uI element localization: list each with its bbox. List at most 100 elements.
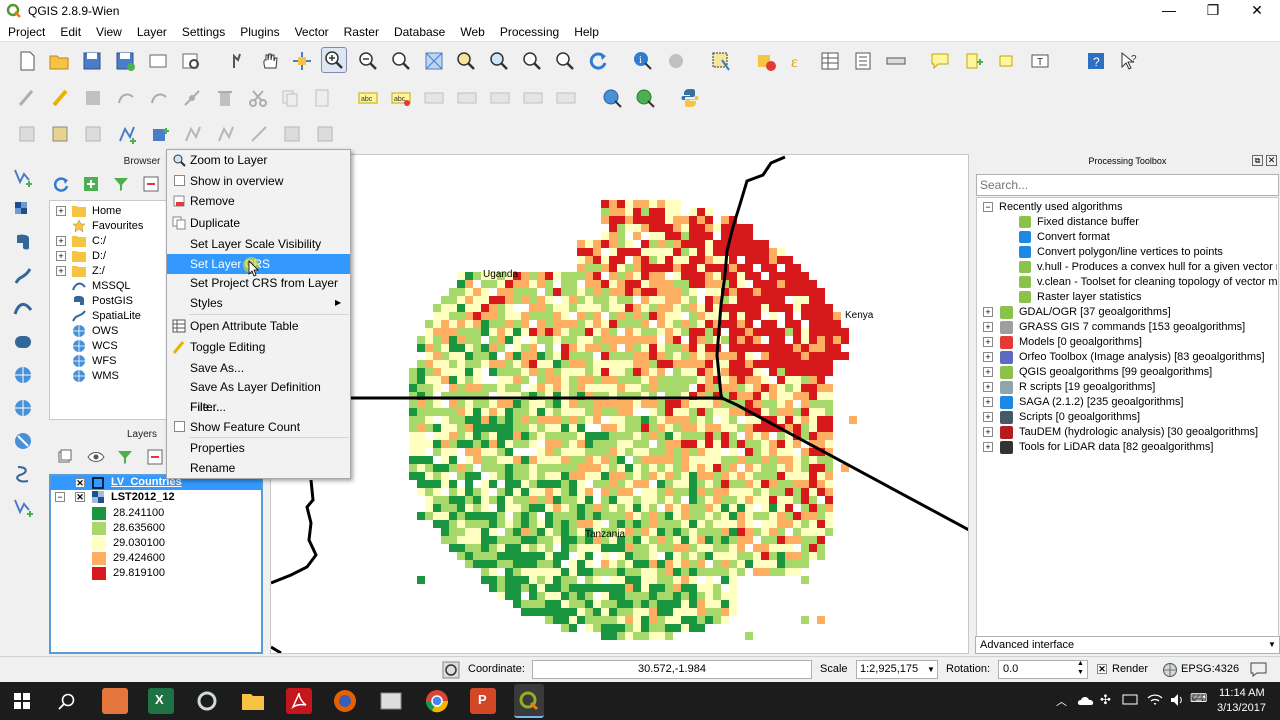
add-postgis-layer-icon[interactable] — [10, 230, 36, 256]
add-vertex-icon[interactable] — [114, 121, 140, 147]
firefox-icon[interactable] — [332, 688, 358, 714]
spinner-arrows-icon[interactable]: ▲ ▼ — [1077, 659, 1084, 677]
open-project-icon[interactable] — [46, 48, 72, 74]
menu-toggle-editing[interactable]: Toggle Editing — [167, 337, 350, 357]
attribute-table-icon[interactable] — [817, 48, 843, 74]
menu-duplicate[interactable]: Duplicate — [167, 213, 350, 233]
menu-zoom-to-layer[interactable]: Zoom to Layer — [167, 150, 350, 170]
render-checkbox[interactable]: ✕ — [1097, 664, 1107, 674]
show-bookmarks-icon[interactable] — [993, 48, 1019, 74]
add-selected-layers-icon[interactable] — [83, 176, 99, 192]
add-spatialite-layer-icon[interactable] — [10, 263, 36, 289]
expand-toggle[interactable]: + — [983, 352, 993, 362]
menu-styles[interactable]: Styles ▶ — [167, 293, 350, 313]
expand-toggle[interactable]: + — [983, 322, 993, 332]
menu-set-layer-crs[interactable]: Set Layer CRS — [167, 254, 350, 277]
dropbox-icon[interactable]: ✣ — [1100, 692, 1111, 708]
refresh-icon[interactable] — [53, 176, 69, 192]
tree-item-postgis[interactable]: PostGIS — [50, 294, 166, 309]
pin-labels-icon[interactable]: abc — [388, 85, 414, 111]
tool-icon-6[interactable] — [180, 121, 206, 147]
provider-group[interactable]: + GRASS GIS 7 commands [153 geoalgorithms… — [977, 320, 1277, 335]
menu-project[interactable]: Project — [0, 22, 52, 39]
expand-toggle[interactable]: + — [983, 367, 993, 377]
node-tool-icon[interactable] — [179, 85, 205, 111]
tree-item-spatialite[interactable]: SpatiaLite — [50, 309, 166, 324]
refresh-icon[interactable] — [585, 48, 611, 74]
tree-item-mssql[interactable]: MSSQL — [50, 279, 166, 294]
add-wms-layer-icon[interactable] — [10, 362, 36, 388]
pan-map-icon[interactable] — [257, 48, 283, 74]
close-panel-icon[interactable]: ✕ — [1266, 155, 1277, 166]
menu-raster[interactable]: Raster — [336, 22, 386, 39]
scale-combo[interactable]: 1:2,925,175 ▼ — [856, 660, 938, 679]
zoom-out-icon[interactable] — [355, 48, 381, 74]
filter-legend-icon[interactable] — [117, 449, 133, 465]
layer-labeling-icon[interactable]: abc — [355, 85, 381, 111]
menu-show-feature-count[interactable]: Show Feature Count — [167, 417, 350, 437]
touch-zoom-icon[interactable] — [224, 48, 250, 74]
save-project-icon[interactable] — [79, 48, 105, 74]
pan-to-selection-icon[interactable] — [289, 48, 315, 74]
provider-group[interactable]: + GDAL/OGR [37 geoalgorithms] — [977, 305, 1277, 320]
menu-plugins[interactable]: Plugins — [232, 22, 286, 39]
run-feature-action-icon[interactable] — [663, 48, 689, 74]
powerpoint-icon[interactable]: P — [470, 688, 496, 714]
manage-visibility-icon[interactable] — [87, 449, 105, 465]
menu-set-project-crs[interactable]: Set Project CRS from Layer — [167, 273, 350, 293]
qgis-taskbar-icon[interactable] — [514, 684, 544, 718]
provider-group[interactable]: + TauDEM (hydrologic analysis) [30 geoalg… — [977, 425, 1277, 440]
python-console-icon[interactable] — [677, 85, 703, 111]
volume-icon[interactable] — [1170, 693, 1186, 707]
tree-item-ows[interactable]: OWS — [50, 324, 166, 339]
new-shapefile-layer-icon[interactable] — [10, 494, 36, 520]
expand-toggle[interactable]: + — [983, 337, 993, 347]
language-icon[interactable]: ⌨ — [1190, 691, 1207, 705]
menu-remove[interactable]: Remove — [167, 191, 350, 211]
new-project-icon[interactable] — [14, 48, 40, 74]
network-icon[interactable] — [1122, 694, 1138, 706]
search-icon[interactable] — [58, 692, 76, 710]
select-by-expression-icon[interactable]: ε — [785, 48, 811, 74]
filter-icon[interactable] — [113, 176, 129, 192]
algorithm-search-input[interactable] — [976, 174, 1279, 196]
move-feature-icon[interactable] — [146, 85, 172, 111]
recent-algorithm-item[interactable]: v.hull - Produces a convex hull for a gi… — [977, 260, 1277, 275]
delete-selected-icon[interactable] — [212, 85, 238, 111]
zoom-to-selection-icon[interactable] — [453, 48, 479, 74]
menu-show-in-overview[interactable]: Show in overview — [167, 171, 350, 191]
tool-icon-3[interactable] — [80, 121, 106, 147]
provider-group[interactable]: + SAGA (2.1.2) [235 geoalgorithms] — [977, 395, 1277, 410]
add-feature-icon[interactable] — [113, 85, 139, 111]
tool-icon-1[interactable] — [14, 121, 40, 147]
show-hide-labels-icon[interactable] — [553, 85, 579, 111]
save-layer-edits-icon[interactable] — [80, 85, 106, 111]
paste-features-icon[interactable] — [309, 85, 335, 111]
chrome-icon[interactable] — [424, 688, 450, 714]
menu-open-attribute-table[interactable]: Open Attribute Table — [167, 316, 350, 336]
deselect-features-icon[interactable] — [753, 48, 779, 74]
provider-group[interactable]: + QGIS geoalgorithms [99 geoalgorithms] — [977, 365, 1277, 380]
move-label-icon[interactable] — [454, 85, 480, 111]
tool-icon-10[interactable] — [312, 121, 338, 147]
tool-icon-8[interactable] — [246, 121, 272, 147]
text-annotation-icon[interactable]: T — [1027, 48, 1053, 74]
collapse-toggle[interactable]: − — [55, 492, 65, 502]
provider-group[interactable]: + Scripts [0 geoalgorithms] — [977, 410, 1277, 425]
layer-visibility-checkbox[interactable]: ✕ — [75, 478, 85, 488]
collapse-all-icon[interactable] — [143, 176, 159, 192]
add-oracle-layer-icon[interactable] — [10, 329, 36, 355]
cut-features-icon[interactable] — [245, 85, 271, 111]
tool-icon-2[interactable] — [47, 121, 73, 147]
expand-toggle[interactable]: + — [983, 307, 993, 317]
tree-item-wfs[interactable]: WFS — [50, 354, 166, 369]
new-bookmark-icon[interactable] — [960, 48, 986, 74]
maximize-button[interactable]: ❐ — [1190, 0, 1236, 22]
layer-visibility-checkbox[interactable]: ✕ — [75, 492, 85, 502]
taskbar-time[interactable]: 11:14 AM — [1219, 687, 1265, 699]
recent-algorithm-item[interactable]: v.clean - Toolset for cleaning topology … — [977, 275, 1277, 290]
add-raster-layer-icon[interactable] — [10, 197, 36, 223]
identify-icon[interactable]: i — [630, 48, 656, 74]
menu-settings[interactable]: Settings — [174, 22, 232, 39]
tool-icon-7[interactable] — [213, 121, 239, 147]
